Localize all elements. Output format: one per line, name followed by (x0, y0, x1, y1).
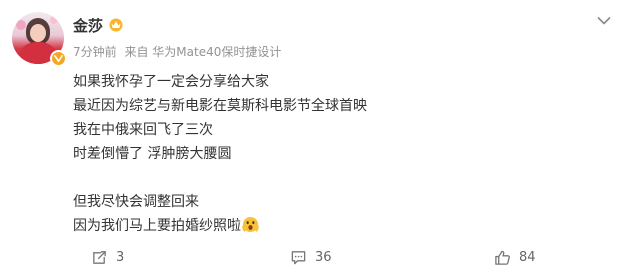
post-text-line: 但我尽快会调整回来 (73, 194, 199, 210)
comment-button[interactable]: 36 (290, 246, 332, 268)
like-count: 84 (519, 249, 536, 265)
avatar[interactable] (12, 12, 67, 67)
shocked-emoji-icon (242, 216, 259, 233)
vip-badge-icon (50, 50, 67, 67)
repost-count: 3 (116, 249, 125, 265)
post-actions: 3 36 84 (0, 246, 628, 268)
like-icon (495, 250, 510, 265)
comment-count: 36 (315, 249, 332, 265)
post-time[interactable]: 7分钟前 (73, 45, 117, 59)
like-button[interactable]: 84 (494, 246, 536, 268)
username[interactable]: 金莎 (73, 15, 103, 36)
post-text-line: 如果我怀孕了一定会分享给大家 (73, 74, 269, 90)
post-text-line: 最近因为综艺与新电影在莫斯科电影节全球首映 (73, 98, 367, 114)
crown-icon[interactable] (108, 16, 124, 32)
post-text: 因为我们马上要拍婚纱照啦 (73, 218, 241, 234)
post-text-line: 我在中俄来回飞了三次 (73, 122, 213, 138)
avatar-decoration (16, 20, 26, 30)
comment-icon (291, 250, 306, 264)
avatar-decoration (50, 16, 58, 24)
post-source: 来自 华为Mate40保时捷设计 (124, 45, 282, 59)
repost-icon (93, 250, 106, 264)
weibo-post-card: 金莎 7分钟前 来自 华为Mate40保时捷设计 如果我怀孕了一定会分享给大家 … (0, 0, 628, 272)
repost-button[interactable]: 3 (91, 246, 124, 268)
avatar-face (30, 24, 46, 42)
post-text-line: 时差倒懵了 浮肿膀大腰圆 (73, 146, 232, 162)
post-content: 如果我怀孕了一定会分享给大家 最近因为综艺与新电影在莫斯科电影节全球首映 我在中… (73, 70, 593, 238)
post-meta: 7分钟前 来自 华为Mate40保时捷设计 (73, 43, 285, 60)
more-chevron-icon[interactable] (597, 16, 611, 26)
post-text-line-with-emoji: 因为我们马上要拍婚纱照啦 (73, 214, 593, 238)
